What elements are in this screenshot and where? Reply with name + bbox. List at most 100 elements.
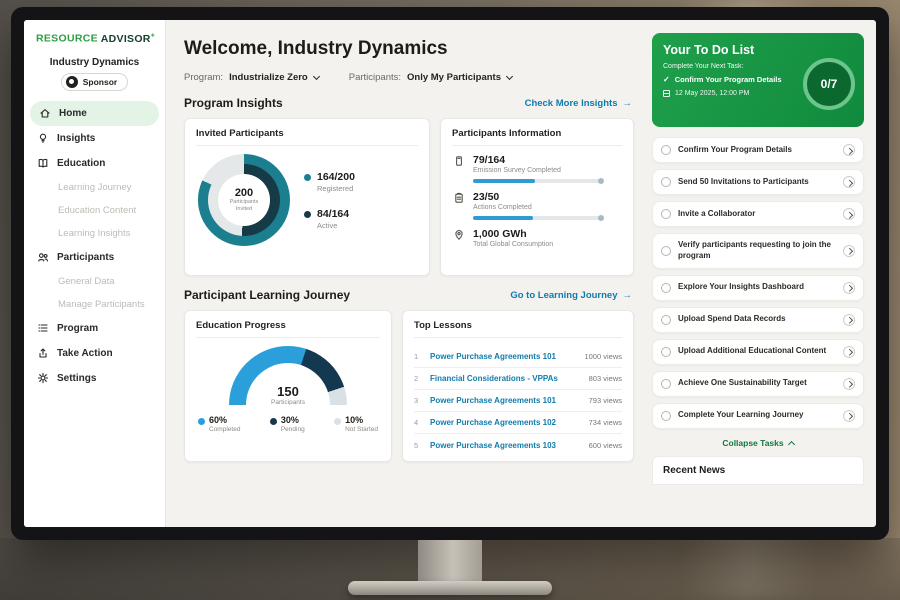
chevron-right-icon[interactable] bbox=[843, 346, 855, 358]
filter-bar: Program: Industrialize Zero Participants… bbox=[184, 72, 634, 83]
checkbox-icon[interactable] bbox=[661, 209, 671, 219]
legend-item: 30% Pending bbox=[270, 415, 305, 433]
sidebar-item-home[interactable]: Home bbox=[30, 101, 159, 126]
todo-task[interactable]: Complete Your Learning Journey bbox=[652, 403, 864, 429]
invited-donut-center: 200 Participants Invited bbox=[218, 174, 270, 226]
todo-task[interactable]: Explore Your Insights Dashboard bbox=[652, 275, 864, 301]
legend-dot bbox=[270, 418, 277, 425]
recent-news-header[interactable]: Recent News bbox=[652, 456, 864, 485]
chevron-down-icon bbox=[506, 72, 513, 79]
program-filter[interactable]: Program: Industrialize Zero bbox=[184, 72, 319, 83]
sidebar-subitem-general-data[interactable]: General Data bbox=[24, 270, 165, 293]
todo-task[interactable]: Send 50 Invitations to Participants bbox=[652, 169, 864, 195]
sidebar-item-label: Program bbox=[57, 323, 98, 334]
lesson-link[interactable]: Financial Considerations - VPPAs bbox=[430, 374, 581, 383]
education-gauge-legend: 60% Completed 30% Pending 10% Not Starte… bbox=[196, 405, 380, 433]
sidebar-item-label: Insights bbox=[57, 133, 95, 144]
participants-filter[interactable]: Participants: Only My Participants bbox=[349, 72, 512, 83]
legend-dot bbox=[198, 418, 205, 425]
org-block: Industry Dynamics Sponsor bbox=[30, 57, 159, 93]
sidebar-item-insights[interactable]: Insights bbox=[24, 126, 165, 151]
legend-item: 84/164 Active bbox=[304, 208, 355, 230]
todo-task[interactable]: Achieve One Sustainability Target bbox=[652, 371, 864, 397]
chevron-right-icon[interactable] bbox=[843, 245, 855, 257]
sidebar-item-take-action[interactable]: Take Action bbox=[24, 341, 165, 366]
chevron-right-icon[interactable] bbox=[843, 208, 855, 220]
lesson-views: 1000 views bbox=[584, 352, 622, 361]
chevron-right-icon[interactable] bbox=[843, 176, 855, 188]
checkbox-icon[interactable] bbox=[661, 177, 671, 187]
collapse-tasks-link[interactable]: Collapse Tasks bbox=[652, 438, 864, 448]
lesson-row: 4 Power Purchase Agreements 102 734 view… bbox=[414, 412, 622, 434]
sidebar-subitem-manage-participants[interactable]: Manage Participants bbox=[24, 293, 165, 316]
sidebar: RESOURCE ADVISOR+ Industry Dynamics Spon… bbox=[24, 20, 166, 527]
chevron-up-icon bbox=[788, 441, 795, 448]
checkbox-icon[interactable] bbox=[661, 379, 671, 389]
sponsor-badge[interactable]: Sponsor bbox=[61, 73, 128, 91]
sidebar-item-program[interactable]: Program bbox=[24, 316, 165, 341]
chevron-right-icon[interactable] bbox=[843, 378, 855, 390]
todo-task[interactable]: Upload Spend Data Records bbox=[652, 307, 864, 333]
todo-task[interactable]: Confirm Your Program Details bbox=[652, 137, 864, 163]
checkbox-icon[interactable] bbox=[661, 145, 671, 155]
page-title: Welcome, Industry Dynamics bbox=[184, 38, 634, 60]
checkbox-icon[interactable] bbox=[661, 315, 671, 325]
lesson-link[interactable]: Power Purchase Agreements 102 bbox=[430, 418, 581, 427]
progress-fill bbox=[473, 216, 533, 220]
lesson-row: 2 Financial Considerations - VPPAs 803 v… bbox=[414, 368, 622, 390]
todo-hero-card[interactable]: Your To Do List Complete Your Next Task:… bbox=[652, 33, 864, 127]
todo-task[interactable]: Verify participants requesting to join t… bbox=[652, 233, 864, 269]
lesson-link[interactable]: Power Purchase Agreements 101 bbox=[430, 396, 581, 405]
sidebar-item-participants[interactable]: Participants bbox=[24, 245, 165, 270]
sidebar-item-label: Education bbox=[57, 158, 105, 169]
chevron-down-icon bbox=[313, 72, 320, 79]
sponsor-label: Sponsor bbox=[83, 77, 117, 87]
checkbox-icon[interactable] bbox=[661, 283, 671, 293]
chevron-right-icon[interactable] bbox=[843, 282, 855, 294]
go-to-learning-journey-link[interactable]: Go to Learning Journey → bbox=[510, 290, 632, 301]
todo-task[interactable]: Invite a Collaborator bbox=[652, 201, 864, 227]
lesson-link[interactable]: Power Purchase Agreements 103 bbox=[430, 441, 581, 450]
invited-donut-chart: 200 Participants Invited bbox=[198, 154, 290, 246]
chevron-right-icon[interactable] bbox=[843, 314, 855, 326]
list-icon bbox=[36, 322, 49, 335]
monitor-stand bbox=[418, 540, 482, 584]
education-gauge-center: 150 Participants bbox=[229, 384, 347, 405]
lesson-views: 600 views bbox=[589, 441, 622, 450]
sidebar-subitem-learning-insights[interactable]: Learning Insights bbox=[24, 222, 165, 245]
stat-emission-survey: 79/164 Emission Survey Completed bbox=[452, 154, 622, 183]
legend-dot bbox=[304, 211, 311, 218]
lesson-link[interactable]: Power Purchase Agreements 101 bbox=[430, 352, 576, 361]
invited-participants-card: Invited Participants 200 Participants In… bbox=[184, 118, 430, 276]
education-progress-card: Education Progress 150 Participants 60% … bbox=[184, 310, 392, 462]
app-logo: RESOURCE ADVISOR+ bbox=[24, 32, 165, 45]
chevron-right-icon[interactable] bbox=[843, 144, 855, 156]
gear-icon bbox=[36, 372, 49, 385]
checkbox-icon[interactable] bbox=[661, 411, 671, 421]
lesson-row: 3 Power Purchase Agreements 101 793 view… bbox=[414, 390, 622, 412]
lesson-views: 734 views bbox=[589, 418, 622, 427]
upload-icon bbox=[36, 347, 49, 360]
todo-task[interactable]: Upload Additional Educational Content bbox=[652, 339, 864, 365]
sidebar-nav: Home Insights Education Learning Journey… bbox=[24, 101, 165, 391]
sidebar-subitem-education-content[interactable]: Education Content bbox=[24, 199, 165, 222]
sidebar-item-settings[interactable]: Settings bbox=[24, 366, 165, 391]
legend-dot bbox=[334, 418, 341, 425]
participants-filter-label: Participants: bbox=[349, 72, 401, 83]
sidebar-item-education[interactable]: Education bbox=[24, 151, 165, 176]
program-insights-header: Program Insights Check More Insights → bbox=[184, 96, 632, 110]
progress-track bbox=[473, 216, 603, 220]
card-title: Top Lessons bbox=[414, 320, 622, 338]
todo-next-task: ✓ Confirm Your Program Details bbox=[663, 75, 803, 84]
program-filter-label: Program: bbox=[184, 72, 223, 83]
clipboard-icon bbox=[452, 191, 465, 220]
lesson-views: 803 views bbox=[589, 374, 622, 383]
card-title: Education Progress bbox=[196, 320, 380, 338]
sidebar-subitem-learning-journey[interactable]: Learning Journey bbox=[24, 176, 165, 199]
monitor-frame: RESOURCE ADVISOR+ Industry Dynamics Spon… bbox=[11, 7, 889, 540]
check-more-insights-link[interactable]: Check More Insights → bbox=[525, 98, 632, 109]
chevron-right-icon[interactable] bbox=[843, 410, 855, 422]
org-name: Industry Dynamics bbox=[30, 57, 159, 68]
checkbox-icon[interactable] bbox=[661, 347, 671, 357]
checkbox-icon[interactable] bbox=[661, 246, 671, 256]
